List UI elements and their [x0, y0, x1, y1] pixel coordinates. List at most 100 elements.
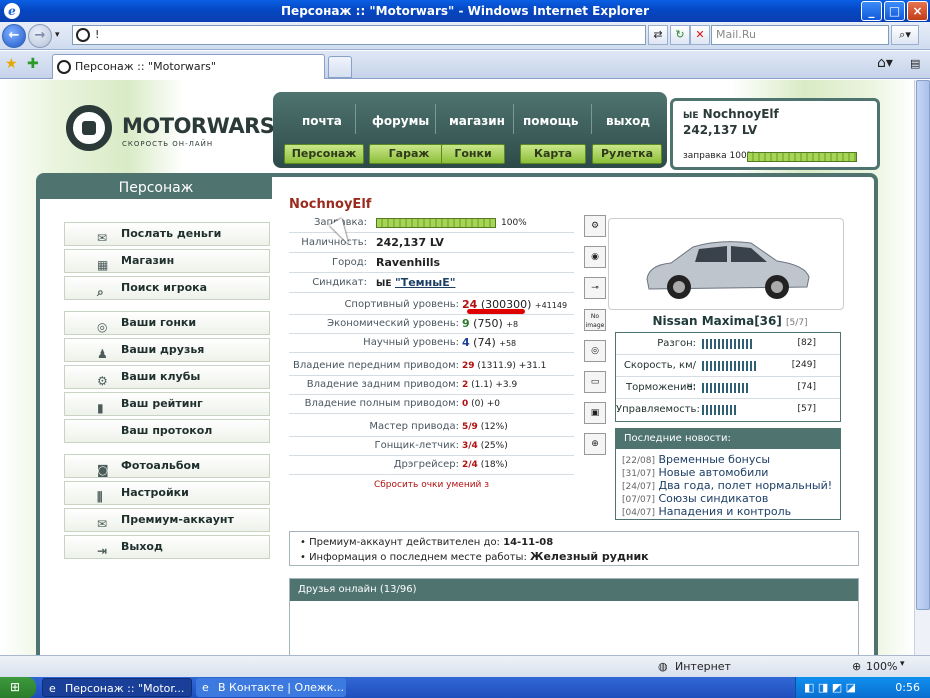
- brake-disc-icon[interactable]: ◎: [584, 340, 606, 362]
- shop-icon: ▦: [97, 258, 109, 272]
- car-image[interactable]: [639, 227, 815, 305]
- start-button[interactable]: ⊞: [0, 677, 36, 698]
- forward-button[interactable]: →: [28, 24, 52, 48]
- no-image-icon[interactable]: No image: [584, 309, 606, 331]
- zoom-dropdown-icon[interactable]: ▾: [900, 659, 905, 669]
- suspension-icon[interactable]: ⚙: [584, 215, 606, 237]
- engine-icon[interactable]: ▣: [584, 402, 606, 424]
- scrollbar-thumb[interactable]: [916, 80, 930, 610]
- friends-online: Друзья онлайн (13/96): [289, 578, 859, 655]
- friends-title: Друзья онлайн (13/96): [290, 579, 858, 601]
- steering-icon[interactable]: ⊕: [584, 433, 606, 455]
- browser-navbar: ← → ▾ ! ⇄ ↻ ✕ Mail.Ru ⌕▾: [0, 22, 930, 50]
- status-bar: ◍ Интернет ⊕ 100% ▾: [0, 655, 930, 677]
- sidebar-item-search-player[interactable]: ⌕ Поиск игрока: [64, 276, 270, 300]
- sidebar-item-clubs[interactable]: ⚙ Ваши клубы: [64, 365, 270, 389]
- user-fuel-label: заправка 100%: [683, 151, 756, 161]
- syndicate-link[interactable]: "ТемныЕ": [395, 276, 455, 289]
- friends-icon: ♟: [97, 347, 108, 361]
- refresh-icon[interactable]: ↻: [670, 25, 690, 45]
- back-button[interactable]: ←: [2, 24, 26, 48]
- stat-sport-level: Спортивный уровень: 24 (300300) +41149: [289, 296, 574, 315]
- tools-icon[interactable]: ▤: [910, 57, 920, 70]
- news-item[interactable]: [04/07] Нападения и контроль: [622, 505, 791, 518]
- vertical-scrollbar[interactable]: [914, 80, 930, 655]
- sidebar-item-settings[interactable]: ⫼ Настройки: [64, 481, 270, 505]
- taskbar-item-vkontakte[interactable]: eВ Контакте | Олежк...: [196, 678, 346, 697]
- tray-icons[interactable]: ◧ ◨ ◩ ◪: [804, 677, 856, 698]
- address-bar[interactable]: !: [72, 25, 646, 45]
- page-viewport: MOTORWARS.RU СКОРОСТЬ ОН-ЛАЙН почта фору…: [0, 80, 914, 655]
- news-item[interactable]: [24/07] Два года, полет нормальный!: [622, 479, 832, 492]
- add-favorites-icon[interactable]: ✚: [27, 56, 39, 72]
- sidebar-item-protocol[interactable]: Ваш протокол: [64, 419, 270, 443]
- sidebar-item-send-money[interactable]: ✉ Послать деньги: [64, 222, 270, 246]
- tab-character[interactable]: Персонаж: [284, 144, 364, 164]
- info-box: • Премиум-аккаунт действителен до: 14-11…: [289, 531, 859, 566]
- sidebar-item-friends[interactable]: ♟ Ваши друзья: [64, 338, 270, 362]
- news-item[interactable]: [07/07] Союзы синдикатов: [622, 492, 768, 505]
- clan-tag: ЫЕ: [683, 111, 699, 121]
- home-icon[interactable]: ⌂▾: [877, 55, 893, 71]
- motorwars-logo-icon[interactable]: [66, 105, 112, 151]
- stat-cash: Наличность: 242,137 LV: [289, 234, 574, 253]
- menu-exit[interactable]: выход: [606, 114, 650, 128]
- stat-pilot: Гонщик-летчик: 3/4 (25%): [289, 437, 574, 456]
- user-box: ЫЕ NochnoyElf 242,137 LV заправка 100%: [670, 98, 880, 170]
- go-icon[interactable]: ⇄: [648, 25, 668, 45]
- new-tab-button[interactable]: [328, 56, 352, 78]
- browser-tabbar: ★ ✚ Персонаж :: "Motorwars" ⌂▾ ▤: [0, 51, 930, 79]
- ie-taskbar-icon: e: [202, 681, 209, 694]
- panel-title: Персонаж: [40, 177, 272, 199]
- menu-mail[interactable]: почта: [302, 114, 342, 128]
- clock: 0:56: [895, 681, 920, 694]
- tire-icon[interactable]: ◉: [584, 246, 606, 268]
- sidebar-item-premium[interactable]: ✉ Премиум-аккаунт: [64, 508, 270, 532]
- stat-city: Город: Ravenhills: [289, 254, 574, 273]
- news-item[interactable]: [31/07] Новые автомобили: [622, 466, 768, 479]
- sidebar-item-shop[interactable]: ▦ Магазин: [64, 249, 270, 273]
- premium-icon: ✉: [97, 517, 108, 531]
- sidebar-item-rating[interactable]: ▮ Ваш рейтинг: [64, 392, 270, 416]
- window-title: Персонаж :: "Motorwars" - Windows Intern…: [281, 4, 649, 18]
- sidebar-item-logout[interactable]: ⇥ Выход: [64, 535, 270, 559]
- search-icon[interactable]: ⌕▾: [891, 25, 919, 45]
- favorites-star-icon[interactable]: ★: [5, 56, 18, 72]
- maximize-button[interactable]: □: [884, 1, 905, 21]
- minimize-button[interactable]: _: [861, 1, 882, 21]
- stat-drag: Дрэгрейсер: 2/4 (18%): [289, 456, 574, 475]
- sidebar-item-races[interactable]: ◎ Ваши гонки: [64, 311, 270, 335]
- sidebar-item-photo-album[interactable]: ◙ Фотоальбом: [64, 454, 270, 478]
- tab-motorwars[interactable]: Персонаж :: "Motorwars": [52, 54, 325, 79]
- news-item[interactable]: [22/08] Временные бонусы: [622, 453, 770, 466]
- search-input[interactable]: Mail.Ru: [711, 25, 889, 45]
- tab-garage[interactable]: Гараж: [369, 144, 449, 164]
- close-window-button[interactable]: ×: [907, 1, 928, 21]
- exhaust-icon[interactable]: ⊸: [584, 277, 606, 299]
- reset-skills-link[interactable]: Сбросить очки умений з: [289, 476, 574, 494]
- premium-info: • Премиум-аккаунт действителен до: 14-11…: [300, 537, 554, 548]
- tab-races[interactable]: Гонки: [441, 144, 505, 164]
- stop-icon[interactable]: ✕: [690, 25, 710, 45]
- ie-taskbar-icon: e: [49, 682, 56, 695]
- menu-shop[interactable]: магазин: [449, 114, 505, 128]
- rating-chart-icon: ▮: [97, 401, 104, 415]
- bumper-icon[interactable]: ▭: [584, 371, 606, 393]
- taskbar-item-motorwars[interactable]: e Персонаж :: "Motor...: [42, 678, 192, 697]
- tab-roulette[interactable]: Рулетка: [592, 144, 662, 164]
- stat-sci-level: Научный уровень: 4 (74) +58: [289, 334, 574, 353]
- magnifier-icon: ⌕: [97, 285, 104, 299]
- zoom-level[interactable]: 100%: [866, 660, 897, 673]
- top-menu: почта форумы магазин помощь выход Персон…: [273, 92, 667, 168]
- tab-favicon: [57, 60, 71, 74]
- user-nick[interactable]: NochnoyElf: [703, 107, 779, 121]
- tab-map[interactable]: Карта: [520, 144, 586, 164]
- menu-help[interactable]: помощь: [523, 114, 578, 128]
- menu-forums[interactable]: форумы: [372, 114, 429, 128]
- taskbar: ⊞ e Персонаж :: "Motor... eВ Контакте | О…: [0, 677, 930, 698]
- zoom-icon[interactable]: ⊕: [852, 660, 861, 673]
- steering-wheel-icon: ◎: [97, 320, 108, 334]
- windows-logo-icon: ⊞: [10, 680, 21, 694]
- history-dropdown-icon[interactable]: ▾: [55, 30, 60, 40]
- clubs-icon: ⚙: [97, 374, 108, 388]
